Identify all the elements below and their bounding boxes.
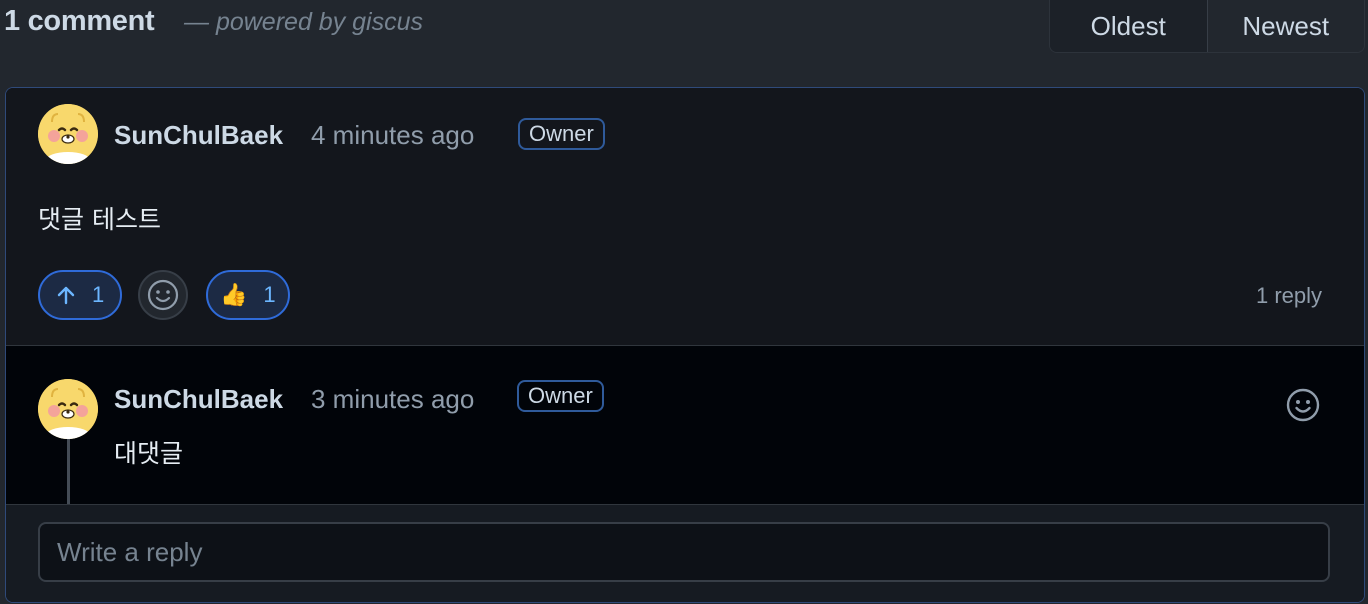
sort-oldest-button[interactable]: Oldest [1050,0,1208,52]
smiley-icon [147,279,179,311]
comments-header: 1 comment — powered by giscus Oldest New… [0,0,1368,53]
thumbs-up-icon: 👍 [220,282,248,308]
reply-timestamp[interactable]: 3 minutes ago [311,384,474,415]
comment-body: 댓글 테스트 [38,205,161,234]
thread-line [67,436,70,504]
reply-count: 1 reply [1256,283,1323,308]
sort-newest-button[interactable]: Newest [1207,0,1364,52]
reply-body: 대댓글 [114,439,184,468]
smiley-icon [1286,388,1320,422]
reply: SunChulBaek 3 minutes ago Owner 대댓글 [6,346,1364,504]
lion-avatar-icon [38,379,98,439]
upvote-count: 1 [92,282,105,307]
avatar[interactable] [38,104,98,164]
thumbs-up-reaction-button[interactable]: 👍 1 [206,270,290,320]
sort-toggle: Oldest Newest [1049,0,1365,53]
thumbs-up-count: 1 [263,282,276,307]
comment: SunChulBaek 4 minutes ago Owner 댓글 테스트 1… [6,88,1364,346]
avatar[interactable] [38,379,98,439]
comment-count: 1 comment [4,5,155,37]
comment-timestamp[interactable]: 4 minutes ago [311,120,474,151]
reply-author[interactable]: SunChulBaek [114,384,283,415]
lion-avatar-icon [38,104,98,164]
owner-badge: Owner [518,118,605,150]
comment-card: SunChulBaek 4 minutes ago Owner 댓글 테스트 1… [5,87,1365,603]
powered-by-link[interactable]: — powered by giscus [184,8,423,37]
reply-input[interactable]: Write a reply [38,522,1330,582]
owner-badge: Owner [517,380,604,412]
reply-add-reaction-button[interactable] [1284,386,1322,424]
upvote-button[interactable]: 1 [38,270,122,320]
arrow-up-icon [57,286,75,305]
comment-author[interactable]: SunChulBaek [114,120,283,151]
add-reaction-button[interactable] [138,270,188,320]
reply-box-area: Write a reply [6,504,1364,602]
